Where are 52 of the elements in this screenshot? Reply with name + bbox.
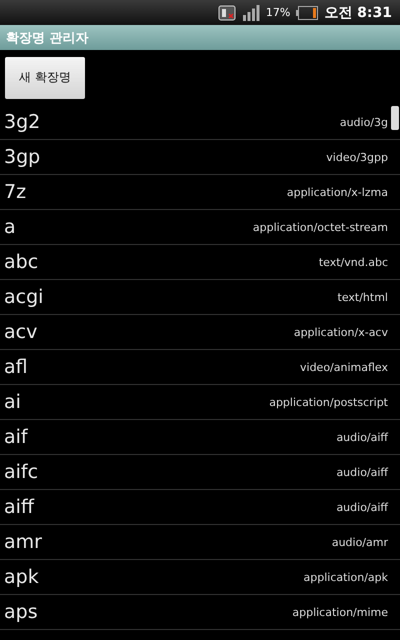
mime-type-label: application/mime: [292, 606, 388, 618]
new-extension-button[interactable]: 새 확장명: [5, 56, 85, 98]
extension-label: 7z: [4, 181, 26, 203]
list-item[interactable]: amr audio/amr: [0, 525, 400, 560]
list-item[interactable]: ai application/postscript: [0, 385, 400, 420]
list-item[interactable]: 3gp video/3gpp: [0, 140, 400, 175]
extension-label: aif: [4, 426, 28, 448]
mime-type-label: audio/aiff: [336, 500, 388, 514]
list-item[interactable]: aifc audio/aiff: [0, 455, 400, 490]
extension-label: aifc: [4, 461, 38, 483]
extension-label: abc: [4, 251, 38, 273]
list-item[interactable]: a application/octet-stream: [0, 210, 400, 245]
list-item[interactable]: acgi text/html: [0, 280, 400, 315]
extension-label: ai: [4, 391, 21, 413]
list-item[interactable]: apk application/apk: [0, 560, 400, 595]
mime-type-label: application/x-lzma: [286, 186, 388, 198]
extension-label: apk: [4, 566, 39, 588]
notification-icon: [218, 4, 236, 20]
list-item[interactable]: afl video/animaflex: [0, 350, 400, 385]
battery-percent: 17%: [266, 6, 290, 19]
list-item[interactable]: aps application/mime: [0, 595, 400, 630]
list-item[interactable]: aiff audio/aiff: [0, 490, 400, 525]
extension-label: acgi: [4, 286, 44, 308]
mime-type-label: audio/aiff: [336, 430, 388, 444]
mime-type-label: application/apk: [304, 570, 388, 584]
list-item[interactable]: acv application/x-acv: [0, 315, 400, 350]
extension-label: aiff: [4, 496, 34, 518]
extension-label: amr: [4, 531, 42, 553]
mime-type-label: text/vnd.abc: [318, 256, 388, 268]
list-item[interactable]: 7z application/x-lzma: [0, 175, 400, 210]
extension-label: 3gp: [4, 146, 40, 168]
extension-label: acv: [4, 321, 38, 343]
extension-label: aps: [4, 601, 38, 623]
mime-type-label: application/postscript: [269, 396, 388, 408]
clock: 오전 8:31: [324, 4, 392, 22]
list-item[interactable]: abc text/vnd.abc: [0, 245, 400, 280]
mime-type-label: audio/aiff: [336, 466, 388, 478]
mime-type-label: audio/amr: [332, 536, 388, 548]
mime-type-label: application/octet-stream: [252, 220, 388, 234]
mime-type-label: video/animaflex: [300, 360, 388, 374]
signal-icon: [242, 4, 260, 20]
mime-type-label: application/x-acv: [294, 326, 388, 338]
extension-label: 3g2: [4, 111, 40, 133]
window-title: 확장명 관리자: [6, 30, 89, 46]
scrollbar-thumb[interactable]: [391, 106, 399, 130]
mime-type-label: video/3gpp: [326, 150, 388, 164]
mime-type-label: text/html: [338, 290, 388, 304]
mime-type-label: audio/3g: [340, 116, 388, 128]
extension-label: a: [4, 216, 16, 238]
list-item[interactable]: aif audio/aiff: [0, 420, 400, 455]
extension-label: afl: [4, 356, 28, 378]
battery-icon: [296, 6, 318, 20]
